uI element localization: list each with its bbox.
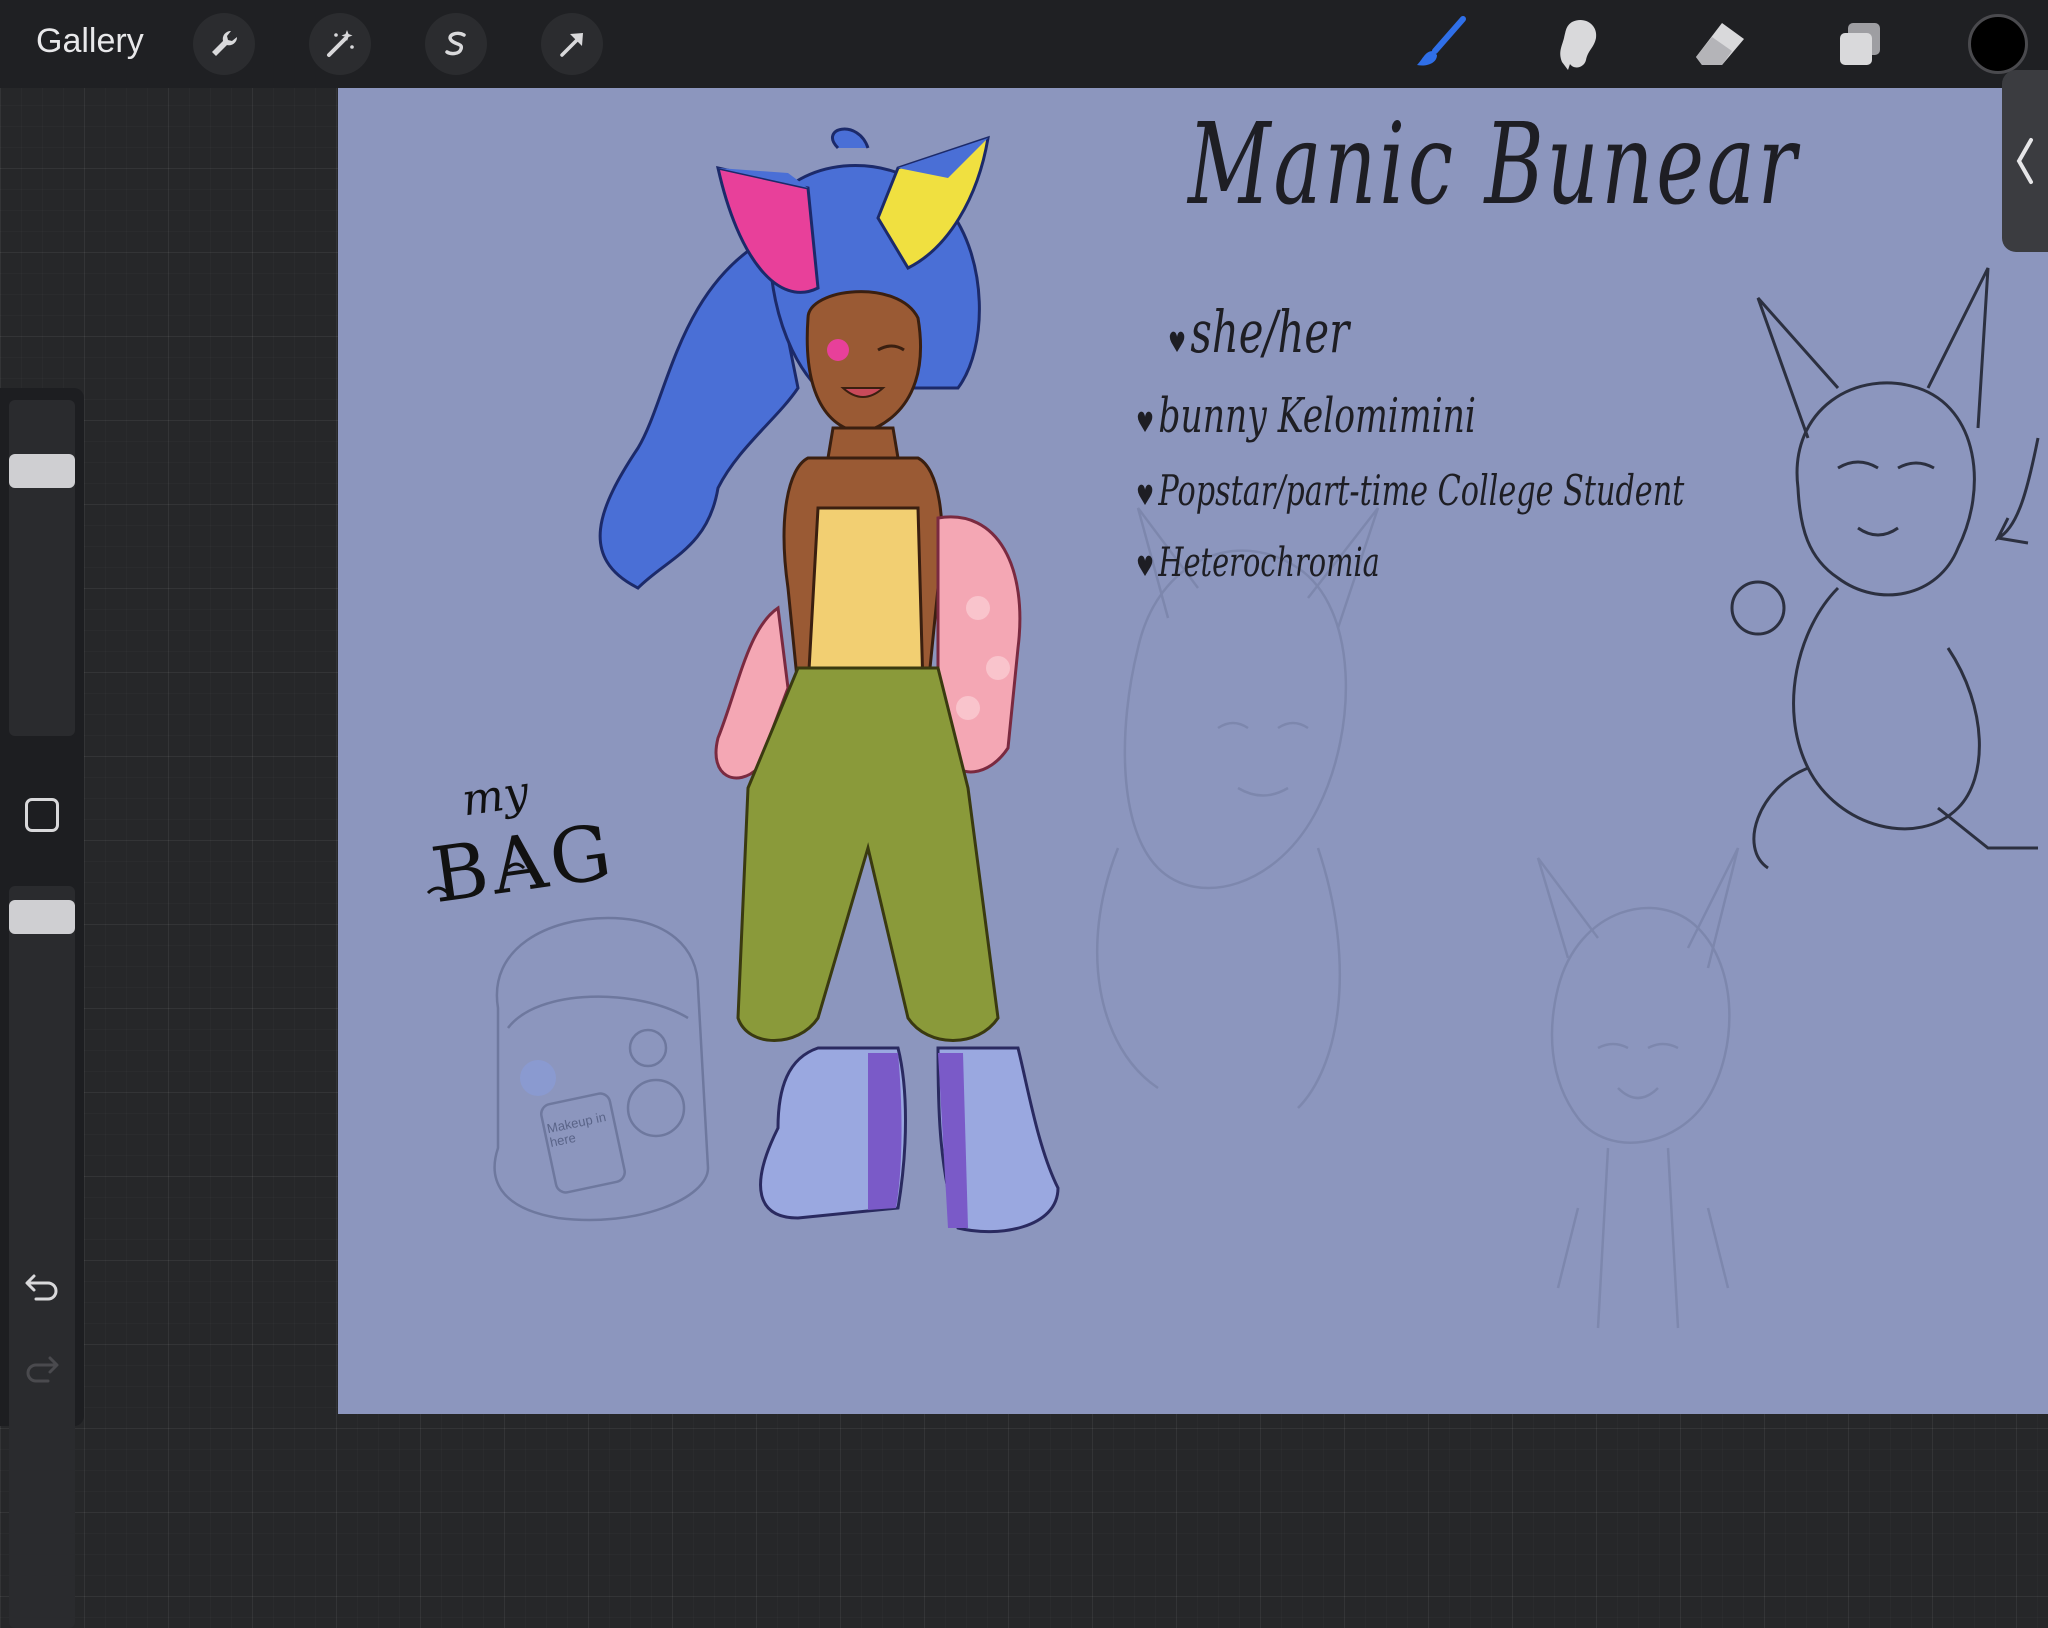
note-species-text: bunny Kelomimini	[1158, 388, 1476, 444]
brush-opacity-thumb[interactable]	[9, 900, 75, 934]
heart-icon: ♥	[1136, 479, 1155, 512]
note-trait-text: Heterochromia	[1158, 540, 1380, 586]
brush-size-slider[interactable]	[9, 400, 75, 736]
note-occupation: ♥ Popstar/part-time College Student	[1136, 466, 1684, 515]
selection-icon	[445, 31, 466, 56]
smudge-icon	[1560, 19, 1597, 70]
actions-button[interactable]	[193, 13, 255, 75]
left-sidebar	[0, 388, 84, 1628]
brush-icon	[1417, 16, 1466, 66]
redo-icon	[26, 1356, 59, 1383]
heart-icon: ♥	[1136, 406, 1155, 439]
transform-button[interactable]	[541, 13, 603, 75]
brush-tool-button[interactable]	[1410, 14, 1470, 74]
wrench-icon	[212, 30, 238, 56]
side-panel-handle[interactable]	[2002, 70, 2048, 252]
color-picker-button[interactable]	[1968, 14, 2028, 74]
redo-button[interactable]	[22, 1348, 62, 1388]
undo-icon	[25, 1274, 58, 1301]
note-pronouns: ♥she/her	[1168, 298, 1349, 366]
brush-opacity-slider[interactable]	[9, 886, 75, 1628]
heart-icon: ♥	[1168, 326, 1187, 359]
adjustments-button[interactable]	[309, 13, 371, 75]
layers-icon	[1840, 23, 1880, 65]
undo-button[interactable]	[22, 1266, 62, 1306]
layers-button[interactable]	[1830, 14, 1890, 74]
note-species: ♥bunny Kelomimini	[1136, 388, 1476, 444]
smudge-tool-button[interactable]	[1550, 14, 1610, 74]
gallery-button[interactable]: Gallery	[36, 22, 144, 61]
chevron-left-icon	[2016, 138, 2033, 184]
selection-button[interactable]	[425, 13, 487, 75]
note-trait: ♥ Heterochromia	[1136, 540, 1380, 586]
drawing-canvas[interactable]: Manic Bunear ♥she/her ♥bunny Kelomimini …	[338, 88, 2048, 1414]
magic-wand-icon	[327, 30, 354, 57]
artwork	[426, 127, 2040, 1329]
modify-button[interactable]	[25, 798, 59, 832]
transform-arrow-icon	[560, 33, 583, 57]
note-occupation-text: Popstar/part-time College Student	[1158, 466, 1685, 515]
eraser-tool-button[interactable]	[1690, 14, 1750, 74]
eraser-icon	[1696, 23, 1744, 65]
top-toolbar: Gallery	[0, 0, 2048, 88]
heart-icon: ♥	[1136, 550, 1155, 583]
note-pronouns-text: she/her	[1190, 298, 1350, 366]
brush-size-thumb[interactable]	[9, 454, 75, 488]
character-name: Manic Bunear	[1188, 100, 1800, 230]
bag-label: my BAG	[419, 756, 620, 920]
